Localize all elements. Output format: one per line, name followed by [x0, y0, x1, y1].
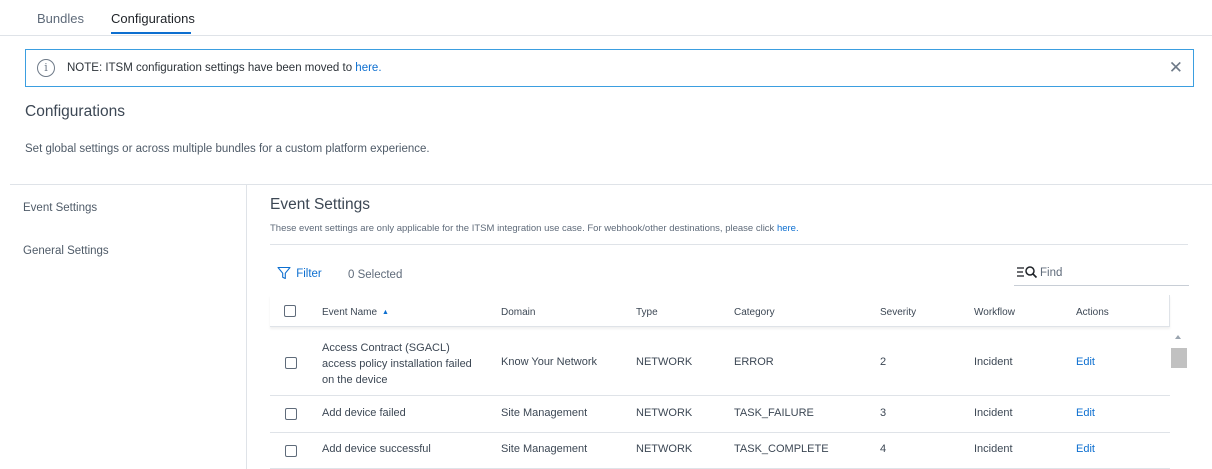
selected-count: 0 Selected: [348, 269, 403, 281]
domain-cell: Know Your Network: [501, 356, 597, 368]
filter-label: Filter: [296, 268, 322, 280]
category-cell: TASK_FAILURE: [734, 407, 814, 419]
severity-cell: 3: [880, 407, 887, 419]
select-all-checkbox[interactable]: [284, 305, 296, 317]
workflow-cell: Incident: [974, 356, 1013, 368]
sort-ascending-icon: ▲: [382, 309, 389, 316]
page-description: Set global settings or across multiple b…: [25, 143, 430, 155]
column-header-event-name-label: Event Name: [322, 307, 378, 318]
domain-cell: Site Management: [501, 407, 588, 419]
info-icon: i: [37, 59, 55, 77]
filter-icon: [277, 266, 291, 280]
event-name-cell: Add device failed: [322, 407, 406, 419]
section-description: These event settings are only applicable…: [270, 223, 799, 234]
section-description-text: These event settings are only applicable…: [270, 223, 775, 234]
side-nav: Event Settings General Settings: [10, 185, 247, 469]
notice-here-link[interactable]: here.: [355, 62, 381, 74]
search-icon: [1016, 265, 1038, 282]
workflow-cell: Incident: [974, 407, 1013, 419]
edit-link[interactable]: Edit: [1076, 356, 1095, 368]
section-divider: [270, 244, 1188, 245]
table-header: Event Name ▲ Domain Type Category Severit…: [270, 295, 1170, 327]
row-checkbox[interactable]: [285, 357, 297, 369]
domain-cell: Site Management: [501, 443, 588, 455]
sidebar-item-general-settings[interactable]: General Settings: [23, 245, 109, 257]
tab-configurations[interactable]: Configurations: [111, 11, 195, 26]
scroll-up-arrow-icon[interactable]: [1175, 335, 1181, 339]
column-header-domain[interactable]: Domain: [501, 307, 535, 318]
active-tab-indicator: [111, 32, 191, 34]
severity-cell: 4: [880, 443, 887, 455]
type-cell: NETWORK: [636, 407, 693, 419]
edit-link[interactable]: Edit: [1076, 407, 1095, 419]
row-checkbox[interactable]: [285, 445, 297, 457]
notice-message: NOTE: ITSM configuration settings have b…: [67, 62, 353, 74]
find-box: [1014, 260, 1189, 286]
edit-link[interactable]: Edit: [1076, 443, 1095, 455]
column-header-workflow[interactable]: Workflow: [974, 307, 1015, 318]
tab-bundles[interactable]: Bundles: [37, 11, 84, 26]
notice-banner: i NOTE: ITSM configuration settings have…: [25, 49, 1194, 87]
category-cell: TASK_COMPLETE: [734, 443, 829, 455]
notice-text: NOTE: ITSM configuration settings have b…: [67, 62, 382, 74]
filter-button[interactable]: Filter: [277, 266, 322, 280]
column-header-category[interactable]: Category: [734, 307, 775, 318]
table-row: Add device successful Site Management NE…: [270, 433, 1170, 469]
type-cell: NETWORK: [636, 443, 693, 455]
event-name-cell: Add device successful: [322, 443, 431, 455]
column-header-severity[interactable]: Severity: [880, 307, 916, 318]
severity-cell: 2: [880, 356, 887, 368]
column-header-type[interactable]: Type: [636, 307, 658, 318]
table-row: Access Contract (SGACL) access policy in…: [270, 330, 1170, 396]
table-scrollbar[interactable]: [1171, 330, 1187, 469]
scroll-thumb[interactable]: [1171, 348, 1187, 368]
column-header-actions: Actions: [1076, 307, 1109, 318]
workflow-cell: Incident: [974, 443, 1013, 455]
row-checkbox[interactable]: [285, 408, 297, 420]
type-cell: NETWORK: [636, 356, 693, 368]
section-title: Event Settings: [270, 196, 370, 213]
sidebar-item-event-settings[interactable]: Event Settings: [23, 202, 97, 214]
page-title: Configurations: [25, 103, 125, 120]
category-cell: ERROR: [734, 356, 774, 368]
find-input[interactable]: [1040, 264, 1180, 282]
event-name-cell: Access Contract (SGACL) access policy in…: [322, 342, 472, 386]
close-icon[interactable]: ✕: [1169, 58, 1183, 78]
section-here-link[interactable]: here.: [777, 223, 799, 234]
table-row: Add device failed Site Management NETWOR…: [270, 396, 1170, 433]
column-header-event-name[interactable]: Event Name ▲: [322, 307, 389, 318]
tab-bar: Bundles Configurations: [0, 0, 1212, 36]
